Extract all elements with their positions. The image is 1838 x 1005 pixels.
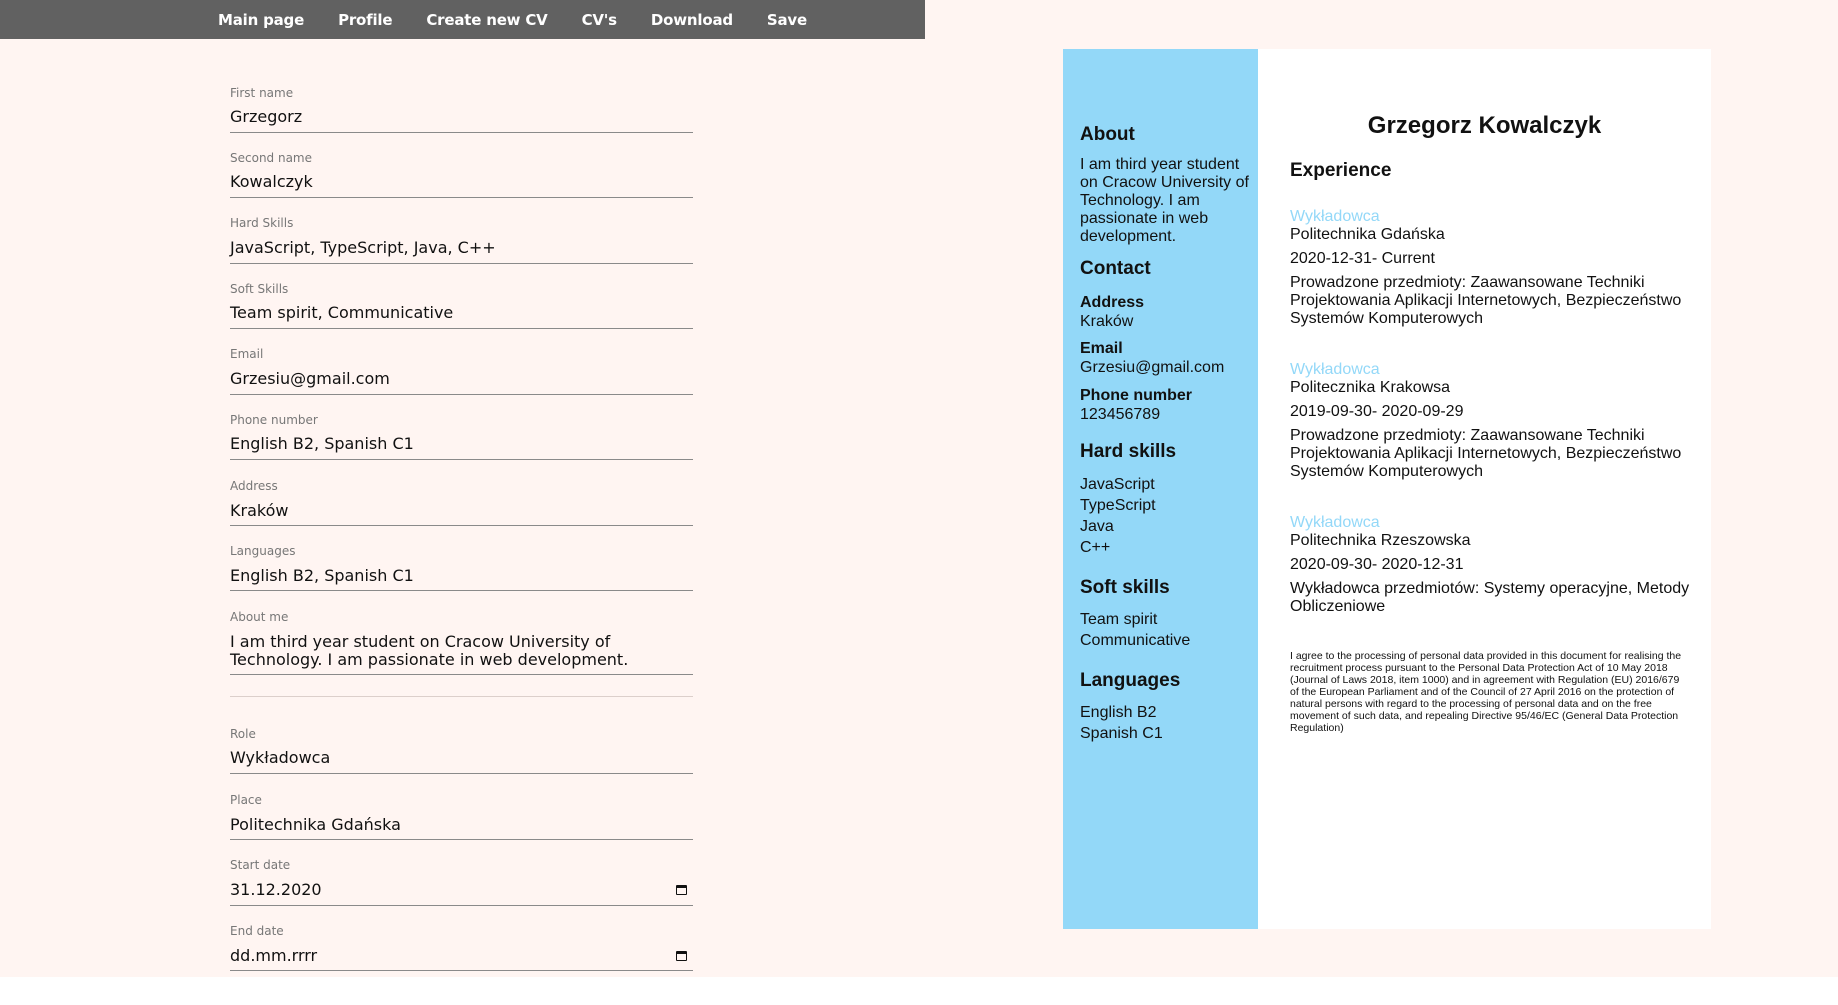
languages-field[interactable]: Languages English B2, Spanish C1 [230,544,693,591]
experience-entry: Wykładowca Politechnika Gdańska 2020-12-… [1290,208,1690,328]
address-value: Kraków [1080,313,1134,330]
calendar-icon[interactable] [676,951,687,961]
soft-skills-label: Soft Skills [230,282,289,296]
job-role: Wykładowca [1290,514,1380,531]
address-heading: Address [1080,294,1145,311]
address-label: Address [230,479,278,493]
job-description: Prowadzone przedmioty: Zaawansowane Tech… [1290,274,1682,327]
languages-heading: Languages [1080,670,1181,691]
start-date-input[interactable]: 31.12.2020 [230,881,322,899]
contact-heading: Contact [1080,258,1151,279]
about-text: I am third year student on Cracow Univer… [1080,156,1249,245]
job-place: Politechnika Rzeszowska [1290,532,1471,549]
soft-skills-field[interactable]: Soft Skills Team spirit, Communicative [230,282,693,329]
email-heading: Email [1080,340,1123,357]
cv-preview: About I am third year student on Cracow … [1063,49,1711,929]
about-me-textarea[interactable]: I am third year student on Cracow Univer… [230,633,693,669]
form-section-divider [230,696,693,697]
language-item: English B2 [1080,704,1157,721]
email-value: Grzesiu@gmail.com [1080,359,1225,376]
hard-skills-input[interactable]: JavaScript, TypeScript, Java, C++ [230,239,496,257]
hard-skills-heading: Hard skills [1080,441,1177,462]
address-field[interactable]: Address Kraków [230,479,693,526]
nav-profile[interactable]: Profile [338,11,392,29]
end-date-input[interactable]: dd.mm.rrrr [230,947,317,965]
job-dates: 2020-12-31- Current [1290,250,1435,267]
place-input[interactable]: Politechnika Gdańska [230,816,401,834]
email-field[interactable]: Email Grzesiu@gmail.com [230,347,693,395]
cv-full-name: Grzegorz Kowalczyk [1367,112,1602,139]
job-place: Politecznika Krakowsa [1290,379,1451,396]
job-role: Wykładowca [1290,208,1380,225]
start-date-label: Start date [230,858,291,872]
cv-sidebar: About I am third year student on Cracow … [1063,49,1258,929]
place-field[interactable]: Place Politechnika Gdańska [230,793,693,840]
experience-entry: Wykładowca Politecznika Krakowsa 2019-09… [1290,361,1690,481]
job-dates: 2020-09-30- 2020-12-31 [1290,556,1464,573]
hard-skill-item: JavaScript [1080,476,1155,493]
nav-create-new-cv[interactable]: Create new CV [426,11,547,29]
nav-cvs[interactable]: CV's [582,11,618,29]
experience-entry: Wykładowca Politechnika Rzeszowska 2020-… [1290,514,1690,616]
email-label: Email [230,347,264,361]
soft-skill-item: Communicative [1080,632,1191,649]
job-dates: 2019-09-30- 2020-09-29 [1290,403,1464,420]
hard-skill-item: C++ [1080,539,1111,556]
second-name-input[interactable]: Kowalczyk [230,173,313,191]
place-label: Place [230,793,262,807]
hard-skills-field[interactable]: Hard Skills JavaScript, TypeScript, Java… [230,216,693,264]
end-date-field[interactable]: End date dd.mm.rrrr [230,924,693,971]
soft-skills-heading: Soft skills [1080,577,1170,598]
first-name-input[interactable]: Grzegorz [230,108,302,126]
nav-download[interactable]: Download [651,11,733,29]
end-date-label: End date [230,924,284,938]
phone-value: 123456789 [1080,406,1161,423]
gdpr-consent-clause: I agree to the processing of personal da… [1290,650,1682,734]
experience-heading: Experience [1290,160,1392,181]
soft-skill-item: Team spirit [1080,611,1158,628]
language-item: Spanish C1 [1080,725,1163,742]
job-description: Prowadzone przedmioty: Zaawansowane Tech… [1290,427,1682,480]
languages-label: Languages [230,544,296,558]
email-input[interactable]: Grzesiu@gmail.com [230,370,390,388]
phone-number-input[interactable]: English B2, Spanish C1 [230,435,414,453]
nav-main-page[interactable]: Main page [218,11,304,29]
job-role: Wykładowca [1290,361,1380,378]
calendar-icon[interactable] [676,885,687,895]
hard-skills-label: Hard Skills [230,216,294,230]
job-description: Wykładowca przedmiotów: Systemy operacyj… [1290,580,1690,615]
top-navbar: Main page Profile Create new CV CV's Dow… [0,0,925,39]
about-me-field[interactable]: About me I am third year student on Crac… [230,610,693,675]
phone-number-label: Phone number [230,413,318,427]
languages-input[interactable]: English B2, Spanish C1 [230,567,414,585]
first-name-field[interactable]: First name Grzegorz [230,86,693,133]
about-heading: About [1080,124,1135,145]
second-name-label: Second name [230,151,313,165]
role-label: Role [230,727,256,741]
hard-skill-item: Java [1080,518,1114,535]
nav-save[interactable]: Save [767,11,807,29]
job-place: Politechnika Gdańska [1290,226,1445,243]
hard-skill-item: TypeScript [1080,497,1156,514]
soft-skills-input[interactable]: Team spirit, Communicative [230,304,453,322]
about-me-label: About me [230,610,289,624]
phone-heading: Phone number [1080,387,1193,404]
start-date-field[interactable]: Start date 31.12.2020 [230,858,693,906]
role-field[interactable]: Role Wykładowca [230,727,693,774]
phone-number-field[interactable]: Phone number English B2, Spanish C1 [230,413,693,460]
address-input[interactable]: Kraków [230,502,288,520]
first-name-label: First name [230,86,294,100]
role-input[interactable]: Wykładowca [230,749,330,767]
second-name-field[interactable]: Second name Kowalczyk [230,151,693,198]
